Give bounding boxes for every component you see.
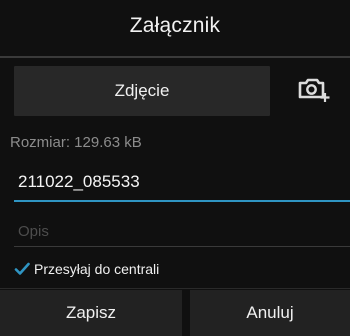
file-name-underline [14, 200, 350, 202]
attachment-dialog: Załącznik Zdjęcie Rozmiar: 129.63 kB 211… [0, 0, 350, 336]
add-photo-button[interactable] [290, 68, 338, 114]
save-button[interactable]: Zapisz [0, 290, 182, 336]
send-to-central-checkbox[interactable] [14, 261, 30, 277]
title-divider [0, 56, 350, 58]
send-to-central-label: Przesyłaj do centrali [34, 261, 160, 277]
send-to-central-row[interactable]: Przesyłaj do centrali [14, 258, 159, 280]
camera-add-icon [297, 74, 331, 109]
description-input[interactable]: Opis [14, 216, 350, 246]
cancel-button[interactable]: Anuluj [190, 290, 350, 336]
footer-divider [0, 288, 350, 289]
file-size-text: Rozmiar: 129.63 kB [10, 134, 142, 151]
photo-button[interactable]: Zdjęcie [14, 66, 270, 116]
file-name-input[interactable]: 211022_085533 [14, 164, 350, 200]
description-underline [14, 246, 350, 247]
dialog-title: Załącznik [129, 14, 221, 37]
checkmark-icon [14, 262, 30, 275]
